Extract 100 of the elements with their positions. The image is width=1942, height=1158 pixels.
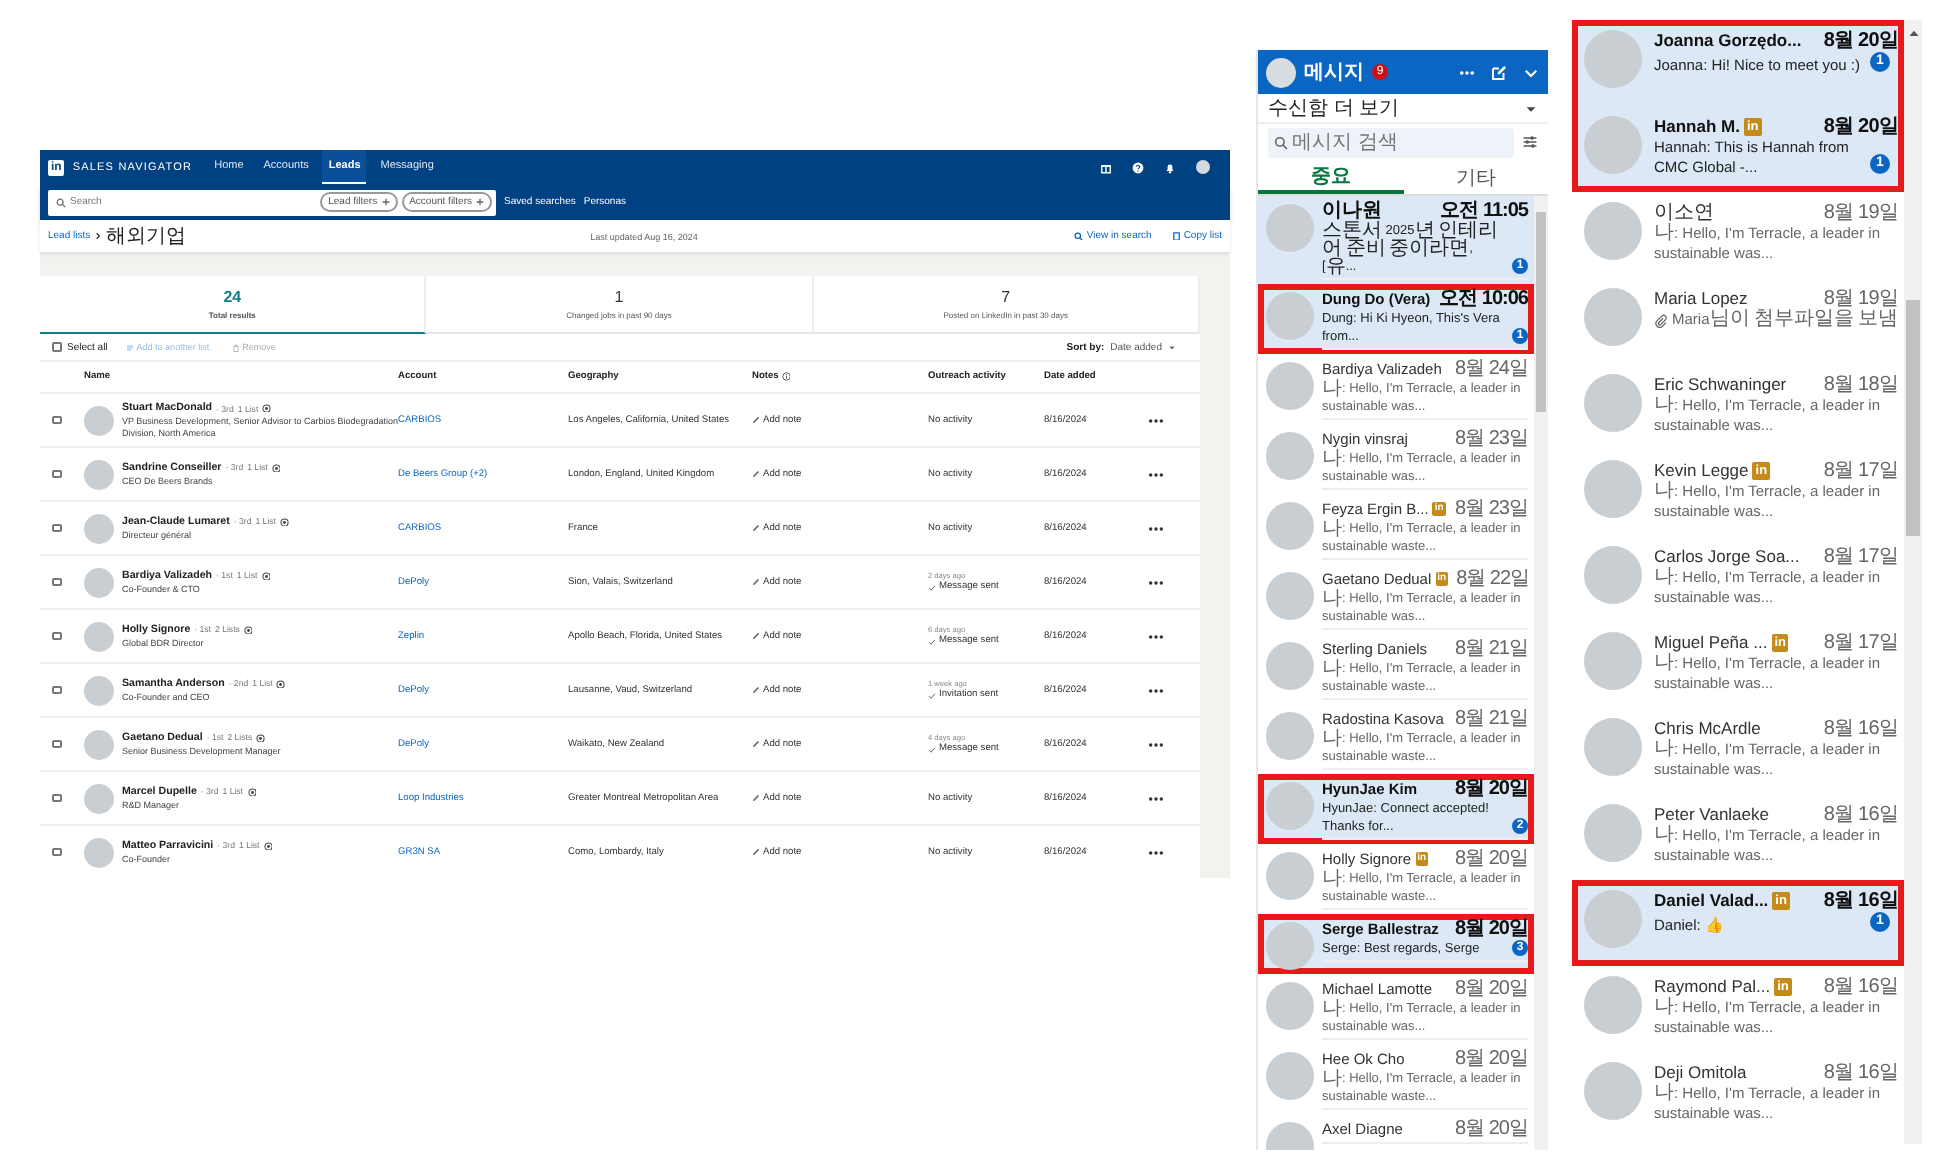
checkbox[interactable] [52, 577, 61, 587]
scrollbar[interactable] [1904, 20, 1922, 1144]
avatar [1584, 976, 1642, 1034]
message-date: 8월 24일 [1455, 358, 1528, 380]
circle-icon [271, 463, 281, 472]
avatar [1584, 718, 1642, 776]
checkbox[interactable] [52, 523, 61, 533]
avatar [84, 783, 114, 813]
arrow-up-icon[interactable] [1907, 28, 1919, 38]
more-icon[interactable] [1148, 741, 1164, 747]
more-icon[interactable] [1148, 795, 1164, 801]
contact-name: Deji Omitola [1654, 1062, 1747, 1083]
avatar [84, 621, 114, 651]
message-date: 8월 16일 [1823, 890, 1898, 912]
avatar [1266, 432, 1314, 480]
checkbox[interactable] [52, 631, 61, 641]
circle-icon [261, 571, 271, 580]
more-icon[interactable] [1148, 471, 1164, 477]
scrollbar-thumb[interactable] [1536, 212, 1546, 412]
avatar [1266, 572, 1314, 620]
message-date: 8월 21일 [1455, 708, 1528, 730]
avatar [1266, 57, 1296, 87]
avatar [1266, 712, 1314, 760]
pencil-icon [752, 416, 760, 424]
checkbox[interactable] [52, 793, 61, 803]
avatar [1584, 116, 1642, 174]
message-date: 8월 16일 [1823, 1062, 1898, 1084]
pencil-icon [752, 794, 760, 802]
checkbox[interactable] [52, 739, 61, 749]
avatar [1266, 502, 1314, 550]
avatar [84, 837, 114, 867]
pencil-icon [752, 632, 760, 640]
message-date: 8월 20일 [1823, 30, 1898, 52]
more-icon[interactable] [1148, 525, 1164, 531]
checkbox[interactable] [52, 415, 61, 425]
checkbox[interactable] [52, 342, 61, 352]
message-date: 8월 20일 [1823, 116, 1898, 138]
message-date: 오전 10:06 [1439, 288, 1528, 310]
filter-icon[interactable] [1522, 134, 1538, 150]
message-date: 8월 17일 [1823, 632, 1898, 654]
caret-icon [1524, 101, 1538, 115]
bell-icon[interactable] [1164, 161, 1176, 173]
avatar [1584, 374, 1642, 432]
avatar [1266, 642, 1314, 690]
breadcrumb-current: 해외기업 [106, 224, 187, 250]
message-date: 8월 16일 [1823, 976, 1898, 998]
checkbox[interactable] [52, 847, 61, 857]
scrollbar-thumb[interactable] [1906, 300, 1920, 536]
message-date: 8월 19일 [1823, 202, 1898, 224]
more-icon[interactable] [1148, 579, 1164, 585]
avatar [84, 729, 114, 759]
message-date: 8월 20일 [1455, 1048, 1528, 1070]
message-date: 8월 21일 [1455, 638, 1528, 660]
avatar [1266, 852, 1314, 900]
avatar [1584, 288, 1642, 346]
contact-name: 이소연 [1654, 202, 1714, 224]
info-icon[interactable] [781, 372, 791, 382]
contact-name: Miguel Peña ... [1654, 632, 1768, 653]
message-date: 8월 16일 [1823, 718, 1898, 740]
plus-icon [476, 198, 484, 206]
contact-name: Joanna Gorzędo... [1654, 30, 1802, 52]
pencil-icon [752, 578, 760, 586]
compose-icon[interactable] [1490, 63, 1508, 81]
more-icon[interactable] [1148, 687, 1164, 693]
avatar [1584, 804, 1642, 862]
contact-name: Eric Schwaninger [1654, 374, 1787, 395]
pencil-icon [752, 848, 760, 856]
contact-name: Carlos Jorge Soa... [1654, 546, 1800, 567]
search-icon [1074, 231, 1084, 241]
help-icon[interactable] [1132, 161, 1144, 173]
contact-name: Raymond Pal... [1654, 976, 1771, 997]
search-field[interactable]: 메시지 검색 [1268, 127, 1514, 157]
circle-icon [243, 625, 253, 634]
message-date: 8월 20일 [1455, 918, 1528, 940]
more-icon[interactable] [1148, 849, 1164, 855]
avatar[interactable] [1196, 160, 1210, 174]
more-icon[interactable] [1148, 417, 1164, 423]
avatar [84, 567, 114, 597]
message-date: 8월 23일 [1455, 498, 1528, 520]
avatar [1266, 204, 1314, 252]
inbox-filter-dropdown[interactable]: 수신함 더 보기 [1258, 94, 1548, 124]
avatar [1584, 30, 1642, 88]
message-date: 8월 20일 [1455, 1118, 1528, 1140]
circle-icon [256, 733, 266, 742]
contact-name: Daniel Valad... [1654, 890, 1769, 912]
avatar [1266, 362, 1314, 410]
avatar [1584, 632, 1642, 690]
message-date: 8월 17일 [1823, 546, 1898, 568]
circle-icon [247, 787, 257, 796]
checkbox[interactable] [52, 685, 61, 695]
circle-icon [262, 403, 272, 413]
contact-name: Kevin Legge [1654, 460, 1749, 481]
message-date: 8월 20일 [1455, 978, 1528, 1000]
paperclip-icon [1654, 314, 1668, 328]
scrollbar[interactable] [1534, 196, 1548, 1150]
message-date: 오전 11:05 [1440, 200, 1528, 222]
pencil-icon [752, 686, 760, 694]
more-icon[interactable] [1148, 633, 1164, 639]
checkbox[interactable] [52, 469, 61, 479]
avatar [1584, 460, 1642, 518]
